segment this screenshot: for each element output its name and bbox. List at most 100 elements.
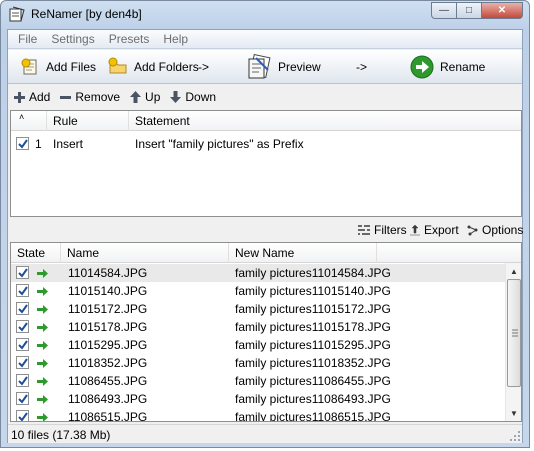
file-row[interactable]: 11015172.JPG family pictures11015172.JPG xyxy=(11,300,507,318)
scroll-up-icon[interactable]: ▲ xyxy=(506,263,521,279)
remove-rule-label: Remove xyxy=(75,90,121,104)
flow-arrow-2: -> xyxy=(356,60,368,74)
scroll-down-icon[interactable]: ▼ xyxy=(506,405,521,421)
preview-button[interactable]: Preview xyxy=(246,50,321,84)
statement-column-header[interactable]: Statement xyxy=(129,111,521,131)
preview-label: Preview xyxy=(278,60,321,74)
rules-toolbar: Add Remove Up Down xyxy=(8,85,522,109)
filter-icon xyxy=(358,225,370,235)
file-name: 11086515.JPG xyxy=(68,410,148,422)
state-arrow-icon xyxy=(37,336,48,354)
name-column-header[interactable]: Name xyxy=(61,243,229,263)
checkmark-icon xyxy=(17,375,28,386)
status-bar: 10 files (17.38 Mb) xyxy=(8,424,522,443)
scroll-thumb[interactable] xyxy=(507,279,521,387)
renamer-window: ReNamer [by den4b] — □ ✕ File Settings P… xyxy=(0,0,530,448)
file-row[interactable]: 11086493.JPG family pictures11086493.JPG xyxy=(11,390,507,408)
rule-enabled-checkbox[interactable] xyxy=(16,137,29,150)
menu-settings[interactable]: Settings xyxy=(44,32,101,46)
file-row[interactable]: 11015140.JPG family pictures11015140.JPG xyxy=(11,282,507,300)
menu-presets[interactable]: Presets xyxy=(102,32,157,46)
checkmark-icon xyxy=(17,357,28,368)
file-checkbox[interactable] xyxy=(16,338,29,351)
file-checkbox[interactable] xyxy=(16,410,29,421)
file-list-scrollbar[interactable]: ▲ ▼ xyxy=(505,263,521,421)
file-name: 11015295.JPG xyxy=(68,338,148,352)
preview-icon xyxy=(246,54,272,80)
state-column-header[interactable]: State xyxy=(11,243,61,263)
file-new-name: family pictures11014584.JPG xyxy=(235,266,391,280)
export-button[interactable]: Export xyxy=(410,223,459,237)
file-checkbox[interactable] xyxy=(16,284,29,297)
new-name-column-header[interactable]: New Name xyxy=(229,243,377,263)
file-checkbox[interactable] xyxy=(16,266,29,279)
state-arrow-icon xyxy=(37,318,48,336)
filters-label: Filters xyxy=(374,223,407,237)
remove-rule-button[interactable]: Remove xyxy=(60,90,120,104)
file-name: 11015178.JPG xyxy=(68,320,148,334)
export-label: Export xyxy=(424,223,459,237)
move-up-button[interactable]: Up xyxy=(130,90,160,104)
file-checkbox[interactable] xyxy=(16,356,29,369)
menu-file[interactable]: File xyxy=(11,32,44,46)
move-down-button[interactable]: Down xyxy=(170,90,216,104)
checkmark-icon xyxy=(17,411,28,421)
move-up-label: Up xyxy=(145,90,161,104)
file-name: 11018352.JPG xyxy=(68,356,148,370)
plus-icon xyxy=(14,91,25,103)
rule-row[interactable]: 1 Insert Insert "family pictures" as Pre… xyxy=(11,135,521,153)
rule-name: Insert xyxy=(53,137,84,151)
checkmark-icon xyxy=(17,339,28,350)
file-name: 11014584.JPG xyxy=(68,266,148,280)
file-name: 11086455.JPG xyxy=(68,374,148,388)
add-rule-button[interactable]: Add xyxy=(14,90,50,104)
file-checkbox[interactable] xyxy=(16,320,29,333)
menu-bar: File Settings Presets Help xyxy=(8,30,522,49)
app-icon xyxy=(9,6,25,22)
options-button[interactable]: Options xyxy=(467,223,523,237)
sort-indicator-icon: ˄ xyxy=(19,112,25,122)
minimize-button[interactable]: — xyxy=(431,2,457,19)
files-grid: State Name New Name 11014584.JPG family p… xyxy=(10,242,522,422)
file-row[interactable]: 11015295.JPG family pictures11015295.JPG xyxy=(11,336,507,354)
move-down-label: Down xyxy=(185,90,217,104)
file-checkbox[interactable] xyxy=(16,392,29,405)
state-arrow-icon xyxy=(37,282,48,300)
rules-grid: ˄ Rule Statement 1 Insert Insert "family… xyxy=(10,110,522,217)
resize-grip-icon[interactable] xyxy=(510,431,520,441)
sort-column-header[interactable]: ˄ xyxy=(11,111,47,131)
arrow-up-icon xyxy=(130,91,142,103)
main-toolbar: Add Files Add Folders -> Preview -> Rena… xyxy=(8,50,522,84)
add-rule-label: Add xyxy=(29,90,51,104)
file-new-name: family pictures11086455.JPG xyxy=(235,374,391,388)
flow-arrow-1: -> xyxy=(198,60,210,74)
add-files-button[interactable]: Add Files xyxy=(20,50,96,84)
file-checkbox[interactable] xyxy=(16,302,29,315)
file-row[interactable]: 11018352.JPG family pictures11018352.JPG xyxy=(11,354,507,372)
rename-label: Rename xyxy=(440,60,486,74)
status-text: 10 files (17.38 Mb) xyxy=(11,428,111,442)
rule-column-header[interactable]: Rule xyxy=(47,111,129,131)
rename-button[interactable]: Rename xyxy=(410,50,485,84)
state-arrow-icon xyxy=(37,264,48,282)
file-new-name: family pictures11015140.JPG xyxy=(235,284,391,298)
maximize-button[interactable]: □ xyxy=(456,2,482,19)
file-new-name: family pictures11086493.JPG xyxy=(235,392,391,406)
add-files-icon xyxy=(20,57,40,77)
close-button[interactable]: ✕ xyxy=(481,2,523,19)
export-icon xyxy=(410,224,420,236)
file-row[interactable]: 11015178.JPG family pictures11015178.JPG xyxy=(11,318,507,336)
add-folders-button[interactable]: Add Folders xyxy=(108,50,199,84)
file-name: 11015172.JPG xyxy=(68,302,148,316)
checkmark-icon xyxy=(17,267,28,278)
checkmark-icon xyxy=(17,393,28,404)
arrow-down-icon xyxy=(170,91,182,103)
rename-icon xyxy=(410,55,434,79)
file-row[interactable]: 11086515.JPG family pictures11086515.JPG xyxy=(11,408,507,422)
title-bar[interactable]: ReNamer [by den4b] — □ ✕ xyxy=(1,1,529,29)
menu-help[interactable]: Help xyxy=(156,32,195,46)
file-row[interactable]: 11086455.JPG family pictures11086455.JPG xyxy=(11,372,507,390)
file-row[interactable]: 11014584.JPG family pictures11014584.JPG xyxy=(11,264,507,282)
filters-button[interactable]: Filters xyxy=(358,223,407,237)
file-checkbox[interactable] xyxy=(16,374,29,387)
